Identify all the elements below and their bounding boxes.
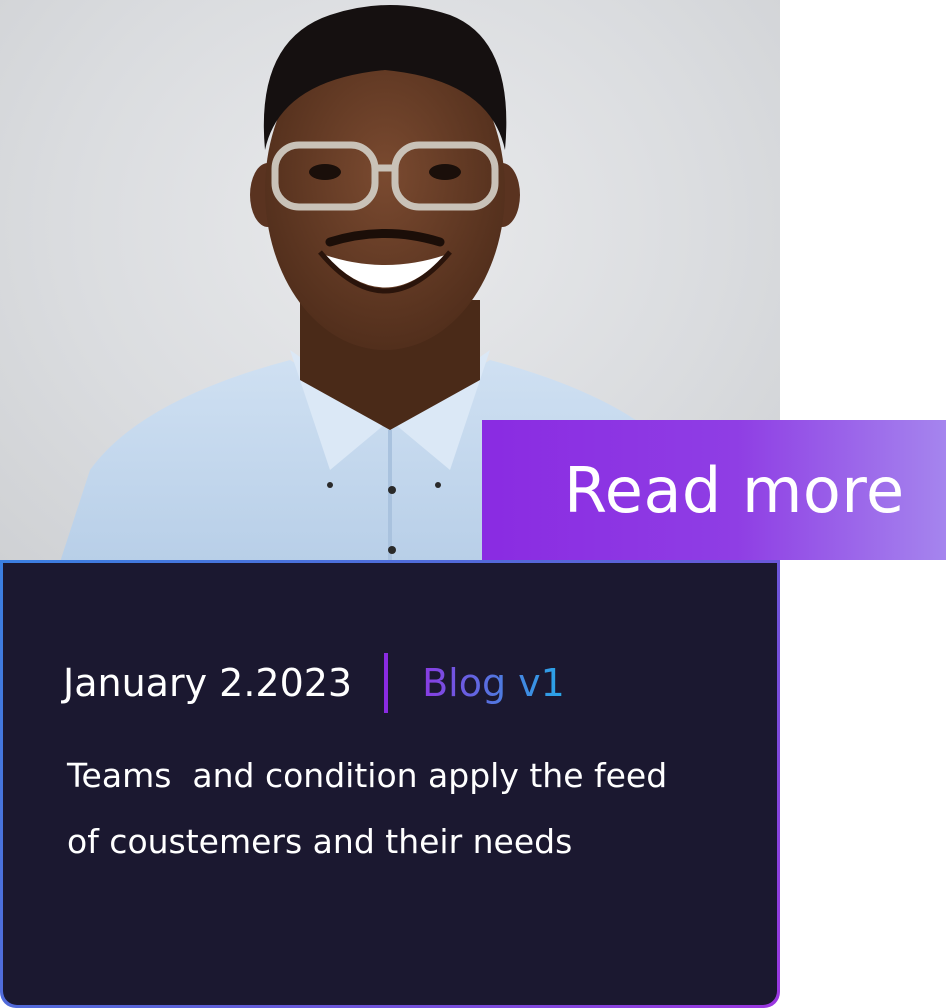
read-more-button[interactable]: Read more bbox=[482, 420, 946, 560]
blog-card-stage: Read more January 2.2023 Blog v1 Teams a… bbox=[0, 0, 946, 1008]
blog-card: January 2.2023 Blog v1 Teams and conditi… bbox=[0, 560, 780, 1008]
post-meta: January 2.2023 Blog v1 bbox=[63, 653, 565, 713]
meta-divider bbox=[384, 653, 389, 713]
description-line-1: Teams and condition apply the feed bbox=[67, 756, 668, 795]
post-category-link[interactable]: Blog v1 bbox=[422, 661, 565, 705]
blog-card-body: January 2.2023 Blog v1 Teams and conditi… bbox=[3, 563, 777, 1005]
post-description: Teams and condition apply the feed of co… bbox=[67, 743, 747, 875]
description-line-2: of coustemers and their needs bbox=[67, 822, 573, 861]
post-date: January 2.2023 bbox=[63, 661, 353, 705]
